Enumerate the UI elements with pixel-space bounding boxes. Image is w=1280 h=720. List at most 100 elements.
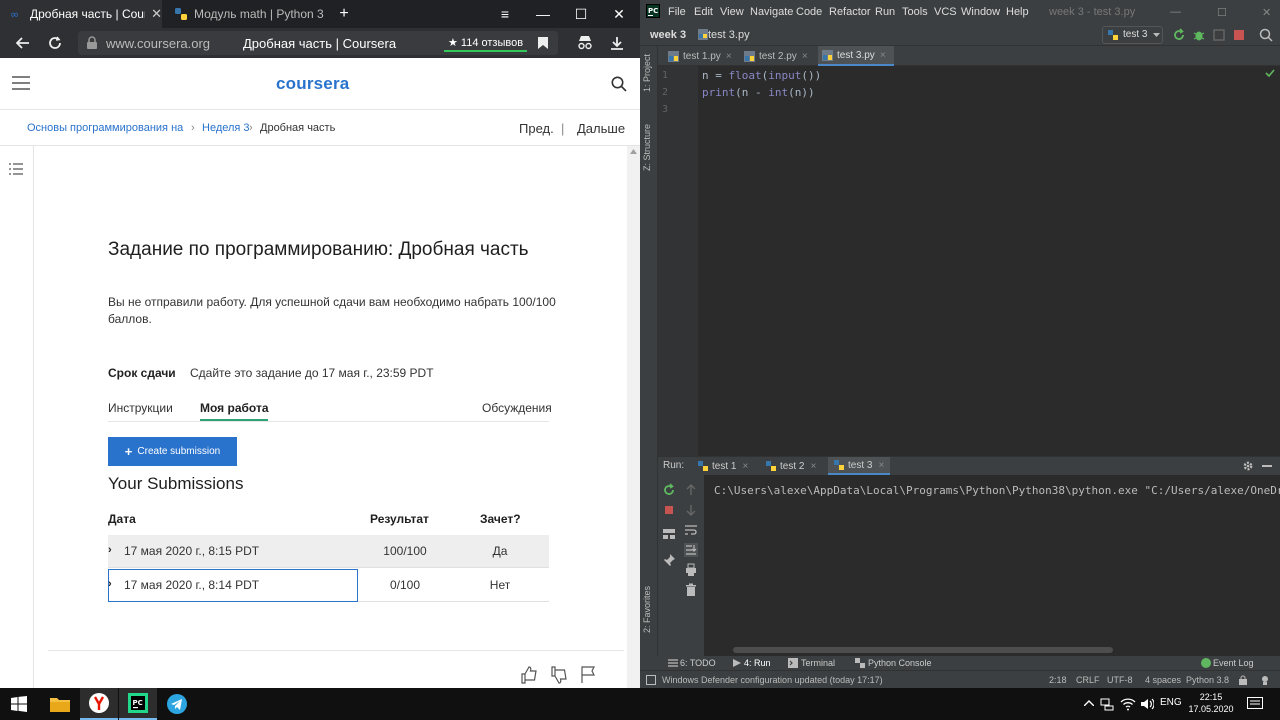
system-clock[interactable]: 22:15 17.05.2020 (1186, 691, 1236, 715)
chevron-right-icon[interactable]: › (108, 578, 112, 590)
inspector-icon[interactable] (1260, 675, 1270, 685)
browser-menu-button[interactable]: ≡ (486, 0, 524, 28)
trash-icon[interactable] (684, 583, 698, 597)
tab-close-icon[interactable]: × (810, 461, 816, 472)
tray-overflow-icon[interactable] (1084, 700, 1094, 706)
caret-position[interactable]: 2:18 (1049, 675, 1067, 685)
taskbar-pycharm[interactable]: PC (119, 688, 157, 720)
structure-tool-button[interactable]: Z: Structure (642, 124, 652, 171)
browser-minimize-button[interactable]: — (524, 0, 562, 28)
nav-project[interactable]: week 3 (650, 29, 686, 41)
arrow-down-icon[interactable] (684, 503, 698, 517)
volume-icon[interactable] (1140, 697, 1154, 711)
report-button[interactable] (580, 666, 600, 684)
back-button[interactable] (8, 28, 38, 58)
menu-edit[interactable]: Edit (694, 6, 713, 18)
outline-toggle-button[interactable] (9, 162, 23, 180)
incognito-button[interactable] (570, 28, 600, 58)
table-row[interactable]: › 17 мая 2020 г., 8:14 PDT 0/100 Нет (108, 569, 549, 602)
file-encoding[interactable]: UTF-8 (1107, 675, 1133, 685)
nav-file[interactable]: test 3.py (708, 29, 750, 41)
run-tab-test2[interactable]: test 2 × (760, 457, 822, 475)
tab-discussions[interactable]: Обсуждения (482, 401, 552, 415)
menu-view[interactable]: View (720, 6, 744, 18)
tab-my-work[interactable]: Моя работа (200, 401, 269, 415)
browser-maximize-button[interactable]: ☐ (562, 0, 600, 28)
hamburger-menu-button[interactable] (12, 76, 30, 95)
menu-file[interactable]: File (668, 6, 686, 18)
menu-vcs[interactable]: VCS (934, 6, 957, 18)
browser-tab-coursera[interactable]: ∞ Дробная часть | Coursera ✕ (0, 0, 162, 28)
menu-run[interactable]: Run (875, 6, 895, 18)
tab-close-icon[interactable]: × (880, 50, 886, 61)
rerun-icon[interactable] (662, 483, 676, 497)
debug-icon[interactable] (1192, 28, 1206, 42)
run-tool-button[interactable]: 4: Run (744, 658, 771, 668)
reload-button[interactable] (40, 28, 70, 58)
chevron-right-icon[interactable]: › (108, 544, 112, 556)
line-separator[interactable]: CRLF (1076, 675, 1100, 685)
editor-tab-test3[interactable]: test 3.py × (818, 46, 894, 66)
ide-close-button[interactable]: ✕ (1262, 6, 1271, 19)
status-message[interactable]: Windows Defender configuration updated (… (662, 675, 883, 685)
soft-wrap-icon[interactable] (684, 523, 698, 537)
pin-icon[interactable] (662, 553, 676, 567)
coverage-icon[interactable] (1212, 28, 1226, 42)
indent-setting[interactable]: 4 spaces (1145, 675, 1181, 685)
tab-close-icon[interactable]: ✕ (151, 6, 162, 22)
tab-close-icon[interactable]: × (726, 51, 732, 62)
downloads-button[interactable] (602, 28, 632, 58)
menu-help[interactable]: Help (1006, 6, 1029, 18)
wifi-icon[interactable] (1120, 697, 1136, 711)
prev-link[interactable]: Пред. (519, 121, 554, 136)
rerun-icon[interactable] (1172, 28, 1186, 42)
reviews-badge[interactable]: ★ 114 отзывов (444, 34, 528, 52)
terminal-tool-button[interactable]: Terminal (801, 658, 835, 668)
menu-code[interactable]: Code (796, 6, 822, 18)
menu-tools[interactable]: Tools (902, 6, 928, 18)
next-link[interactable]: Дальше (577, 121, 625, 136)
new-tab-button[interactable]: + (324, 0, 364, 28)
like-button[interactable] (520, 666, 540, 684)
taskbar-yandex-browser[interactable] (80, 688, 118, 720)
tab-close-icon[interactable]: × (878, 460, 884, 471)
todo-tool-button[interactable]: 6: TODO (680, 658, 716, 668)
browser-tab-python-math[interactable]: Модуль math | Python 3 для (164, 0, 324, 28)
start-button[interactable] (0, 688, 38, 720)
create-submission-button[interactable]: + Create submission (108, 437, 237, 466)
taskbar-explorer[interactable] (41, 688, 79, 720)
taskbar-telegram[interactable] (158, 688, 196, 720)
coursera-logo[interactable]: coursera (276, 74, 349, 94)
run-tab-test3[interactable]: test 3 × (828, 457, 891, 475)
tab-close-icon[interactable]: × (742, 461, 748, 472)
console-horizontal-scrollbar[interactable] (733, 647, 1113, 653)
menu-refactor[interactable]: Refactor (829, 6, 871, 18)
bookmark-button[interactable] (528, 28, 558, 58)
table-row[interactable]: › 17 мая 2020 г., 8:15 PDT 100/100 Да (108, 535, 549, 568)
menu-window[interactable]: Window (961, 6, 1000, 18)
editor-tab-test1[interactable]: test 1.py × (664, 46, 738, 66)
menu-navigate[interactable]: Navigate (750, 6, 793, 18)
tab-instructions[interactable]: Инструкции (108, 401, 173, 415)
editor-tab-test2[interactable]: test 2.py × (740, 46, 816, 66)
browser-close-button[interactable]: ✕ (600, 0, 638, 28)
arrow-up-icon[interactable] (684, 483, 698, 497)
python-console-tool-button[interactable]: Python Console (868, 658, 932, 668)
code-editor[interactable]: n = float(input()) print(n - int(n)) (698, 66, 1280, 456)
stop-icon[interactable] (1232, 28, 1246, 42)
ide-maximize-button[interactable]: ☐ (1217, 6, 1227, 19)
dislike-button[interactable] (550, 666, 570, 684)
favorites-tool-button[interactable]: 2: Favorites (642, 586, 652, 633)
tool-windows-icon[interactable] (646, 675, 656, 685)
console-output[interactable]: C:\Users\alexe\AppData\Local\Programs\Py… (714, 484, 1280, 497)
event-log-button[interactable]: Event Log (1213, 658, 1254, 668)
print-icon[interactable] (684, 563, 698, 577)
notification-center-icon[interactable] (1247, 697, 1263, 711)
address-bar[interactable]: www.coursera.org Дробная часть | Courser… (78, 31, 558, 55)
breadcrumb-course[interactable]: Основы программирования на Pytho (27, 122, 187, 134)
project-tool-button[interactable]: 1: Project (642, 54, 652, 92)
stop-icon[interactable] (662, 503, 676, 517)
input-language[interactable]: ENG (1160, 697, 1182, 708)
breadcrumb-week[interactable]: Неделя 3 (202, 122, 250, 134)
scroll-to-end-icon[interactable] (684, 543, 698, 557)
